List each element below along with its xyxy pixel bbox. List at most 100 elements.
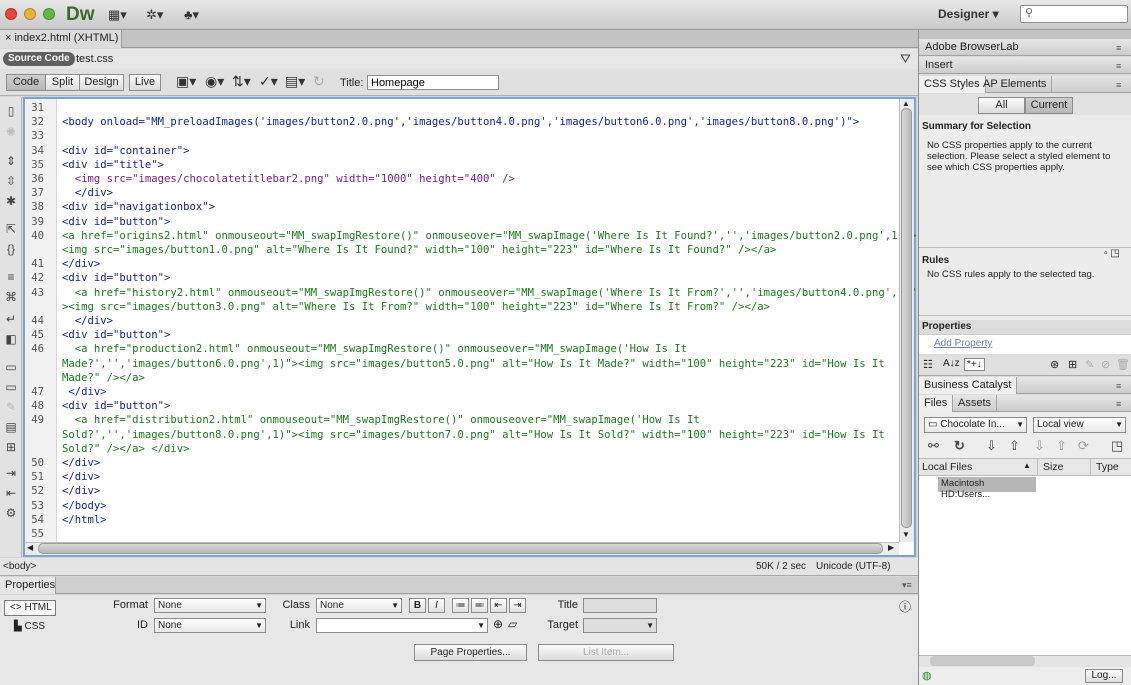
horizontal-scroll-thumb[interactable] (38, 543, 883, 554)
current-mode-button[interactable]: Current (1025, 97, 1073, 114)
target-select[interactable]: ▼ (583, 618, 657, 633)
list-item-button[interactable]: List Item... (538, 644, 674, 661)
css-mode-button[interactable]: ▙ CSS (14, 621, 45, 632)
code-line[interactable]: </div> (62, 470, 100, 484)
category-view-icon[interactable]: ☷ (923, 358, 933, 371)
scroll-left-icon[interactable]: ◀ (27, 543, 33, 552)
format-source-icon[interactable]: ⚙ (4, 506, 18, 520)
text-indent-icon[interactable]: ⇥ (509, 598, 526, 613)
remove-comment-icon[interactable]: ▭ (4, 380, 18, 394)
alpha-view-icon[interactable]: A↓z (943, 358, 960, 369)
insert-menu-icon[interactable]: ≡ (1116, 61, 1121, 71)
dock-collapse-bar[interactable] (919, 30, 1131, 39)
panel-menu-icon[interactable]: ▾≡ (902, 580, 912, 591)
attach-stylesheet-icon[interactable]: ⊛ (1050, 358, 1059, 371)
code-line[interactable]: </div> (62, 484, 100, 498)
code-line[interactable]: </div> (62, 257, 100, 271)
expand-all-icon[interactable]: ✱ (4, 194, 18, 208)
collapse-tag-icon[interactable]: ⇕ (4, 154, 18, 168)
css-panel-menu-icon[interactable]: ≡ (1116, 80, 1121, 90)
files-scroll-thumb[interactable] (930, 656, 1035, 666)
page-properties-button[interactable]: Page Properties... (414, 644, 527, 661)
set-properties-icon[interactable]: *+↓ (964, 358, 985, 371)
code-line[interactable]: </div> (62, 186, 113, 200)
tag-selector[interactable]: <body> (3, 561, 36, 572)
check-out-icon[interactable]: ⇩ (1034, 438, 1045, 454)
help-icon[interactable]: ⓘ (899, 598, 911, 615)
site-select[interactable]: ▭ Chocolate In... ▼ (924, 417, 1027, 433)
syntax-coloring-icon[interactable]: ◧ (4, 332, 18, 346)
scroll-right-icon[interactable]: ▶ (888, 543, 894, 552)
code-line[interactable]: <div id="navigationbox"> (62, 200, 215, 214)
code-line[interactable]: <img src="images/button1.0.png" alt="Whe… (62, 243, 776, 257)
put-files-icon[interactable]: ⇧ (1009, 438, 1020, 454)
tab-files[interactable]: Files (919, 395, 954, 412)
title-prop-input[interactable] (583, 598, 657, 613)
new-css-rule-icon[interactable]: ⊞ (1068, 358, 1077, 371)
code-line[interactable]: <div id="button"> (62, 328, 170, 342)
col-local-files[interactable]: Local Files (922, 461, 972, 473)
close-window-button[interactable] (5, 8, 17, 20)
word-wrap-icon[interactable]: ↵ (4, 312, 18, 326)
live-view-button[interactable]: Live (129, 74, 161, 91)
minimize-window-button[interactable] (24, 8, 36, 20)
tab-ap-elements[interactable]: AP Elements (978, 76, 1053, 93)
code-line[interactable]: <div id="container"> (62, 144, 190, 158)
about-view-icon[interactable]: ▫ ◳ (1104, 248, 1120, 259)
highlight-invalid-icon[interactable]: ⌘ (4, 290, 18, 304)
log-button[interactable]: Log... (1085, 669, 1123, 683)
code-line[interactable]: <a href="history2.html" onmouseout="MM_s… (62, 286, 917, 300)
visual-aids-icon[interactable]: ▤▾ (285, 73, 305, 90)
browserlab-menu-icon[interactable]: ≡ (1116, 43, 1121, 53)
site-menu-icon[interactable]: ♣▾ (184, 7, 199, 23)
edit-rule-icon[interactable]: ✎ (1085, 358, 1094, 371)
format-select[interactable]: None ▼ (154, 598, 266, 613)
code-line[interactable]: <div id="button"> (62, 271, 170, 285)
gear-icon[interactable]: ✲▾ (146, 7, 163, 23)
vertical-scroll-thumb[interactable] (901, 108, 912, 528)
point-to-file-icon[interactable]: ⊕ (493, 617, 503, 631)
insert-panel-header[interactable]: Insert (919, 57, 1131, 74)
preview-browser-icon[interactable]: ◉▾ (205, 73, 224, 90)
code-line[interactable]: Made?" /></a> (62, 371, 145, 385)
workspace-switcher[interactable]: Designer ▾ (938, 7, 999, 21)
browserlab-panel-header[interactable]: Adobe BrowserLab (919, 39, 1131, 56)
code-line[interactable]: Sold?','','images/button8.0.png',1)"><im… (62, 428, 885, 442)
check-browser-icon[interactable]: ✓▾ (259, 73, 278, 90)
show-code-navigator-icon[interactable]: ✺ (4, 125, 18, 139)
ordered-list-icon[interactable]: ≕ (471, 598, 488, 613)
col-type[interactable]: Type (1096, 461, 1119, 473)
refresh-icon[interactable]: ↻ (313, 73, 325, 90)
all-mode-button[interactable]: All (978, 97, 1025, 114)
trash-icon[interactable]: 🗑 (1116, 358, 1130, 371)
code-line[interactable]: ><img src="images/button3.0.png" alt="Wh… (62, 300, 770, 314)
add-property-link[interactable]: Add Property (934, 338, 992, 349)
balance-braces-icon[interactable]: {} (4, 242, 18, 256)
code-line[interactable]: </div> (62, 385, 106, 399)
get-files-icon[interactable]: ⇩ (986, 438, 997, 454)
code-view-button[interactable]: Code (6, 74, 46, 91)
select-parent-tag-icon[interactable]: ⇱ (4, 222, 18, 236)
bc-menu-icon[interactable]: ≡ (1116, 381, 1121, 391)
page-title-input[interactable] (367, 75, 499, 90)
open-documents-icon[interactable]: ▯ (4, 104, 18, 118)
unordered-list-icon[interactable]: ≔ (452, 598, 469, 613)
indent-icon[interactable]: ⇥ (4, 466, 18, 480)
filter-icon[interactable]: ⛛ (900, 51, 911, 67)
code-line[interactable]: <body onload="MM_preloadImages('images/b… (62, 115, 859, 129)
outdent-icon[interactable]: ⇤ (4, 486, 18, 500)
search-input[interactable]: ⚲ (1020, 5, 1128, 23)
design-view-button[interactable]: Design (79, 74, 124, 91)
link-input[interactable]: ▼ (316, 618, 488, 633)
check-in-icon[interactable]: ⇧ (1056, 438, 1067, 454)
recent-snippets-icon[interactable]: ▤ (4, 420, 18, 434)
code-line[interactable]: <a href="production2.html" onmouseout="M… (62, 342, 687, 356)
source-code-button[interactable]: Source Code (3, 52, 75, 66)
view-select[interactable]: Local view ▼ (1033, 417, 1126, 433)
zoom-window-button[interactable] (43, 8, 55, 20)
properties-tab[interactable]: Properties (0, 577, 56, 594)
code-line[interactable]: <a href="origins2.html" onmouseout="MM_s… (62, 229, 917, 243)
html-mode-button[interactable]: <> HTML (4, 600, 56, 616)
tab-css-styles[interactable]: CSS Styles (919, 76, 986, 93)
code-line[interactable]: <img src="images/chocolatetitlebar2.png"… (62, 172, 515, 186)
